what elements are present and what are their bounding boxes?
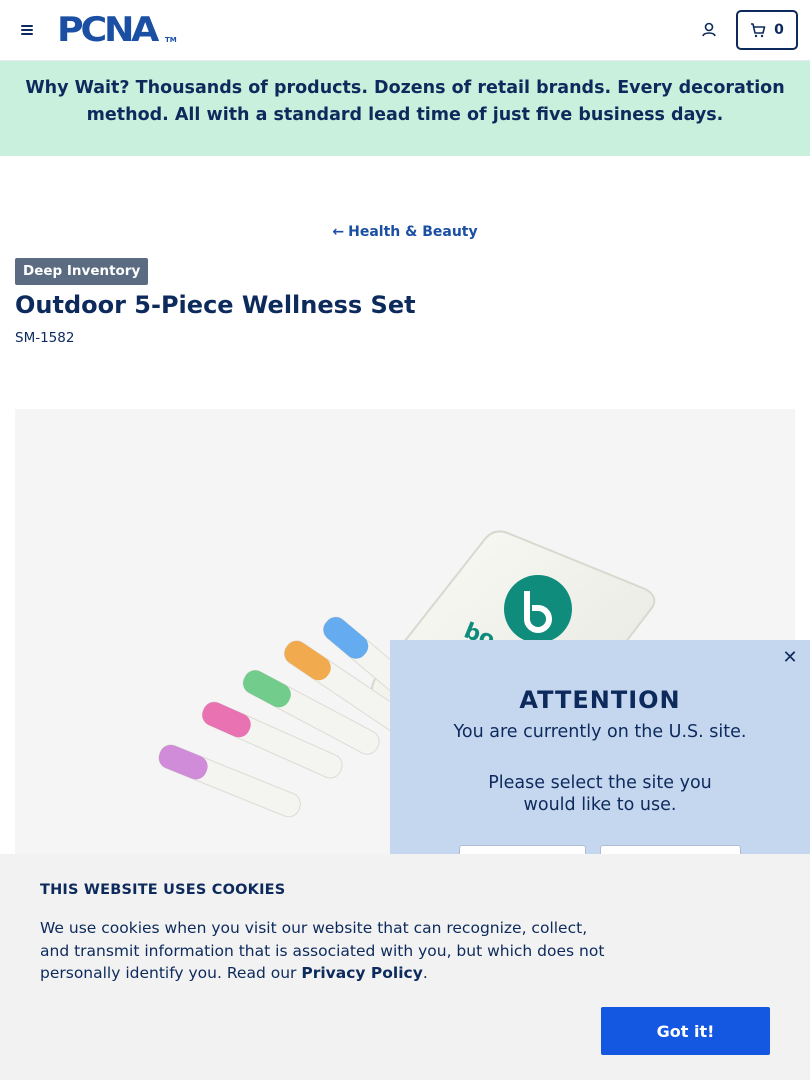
cart-button[interactable]: 0	[736, 10, 798, 50]
product-title: Outdoor 5-Piece Wellness Set	[15, 291, 416, 319]
promo-lead: Why Wait?	[25, 78, 130, 98]
shopping-cart-icon	[751, 23, 766, 38]
popup-title: ATTENTION	[519, 686, 681, 714]
logo-text: PCNA	[57, 10, 159, 50]
promo-banner: Why Wait? Thousands of products. Dozens …	[0, 61, 810, 156]
cookie-text: We use cookies when you visit our websit…	[40, 917, 615, 985]
cart-count: 0	[774, 22, 784, 38]
cookie-text-end: .	[422, 964, 428, 982]
logo-trademark: TM	[165, 36, 177, 44]
user-account-icon[interactable]	[698, 19, 720, 41]
back-to-category-link[interactable]: ← Health & Beauty	[0, 224, 810, 240]
arrow-left-icon: ←	[332, 224, 345, 240]
popup-prompt: Please select the site you would like to…	[488, 773, 712, 815]
hamburger-menu-icon[interactable]	[18, 20, 38, 40]
promo-text: Thousands of products. Dozens of retail …	[86, 78, 785, 125]
site-selector-popup: ✕ ATTENTION You are currently on the U.S…	[390, 640, 810, 885]
popup-message: You are currently on the U.S. site.	[453, 722, 747, 742]
deep-inventory-badge: Deep Inventory	[15, 258, 149, 285]
product-sku: SM-1582	[15, 330, 75, 346]
privacy-policy-link[interactable]: Privacy Policy	[301, 964, 423, 982]
pcna-logo[interactable]: PCNA TM	[57, 13, 177, 47]
close-icon[interactable]: ✕	[780, 648, 800, 668]
cookie-title: THIS WEBSITE USES COOKIES	[40, 882, 286, 898]
site-header: PCNA TM 0	[0, 0, 810, 61]
back-link-label: Health & Beauty	[348, 224, 478, 240]
accept-cookies-button[interactable]: Got it!	[601, 1007, 770, 1055]
cookie-banner: THIS WEBSITE USES COOKIES We use cookies…	[0, 854, 810, 1080]
